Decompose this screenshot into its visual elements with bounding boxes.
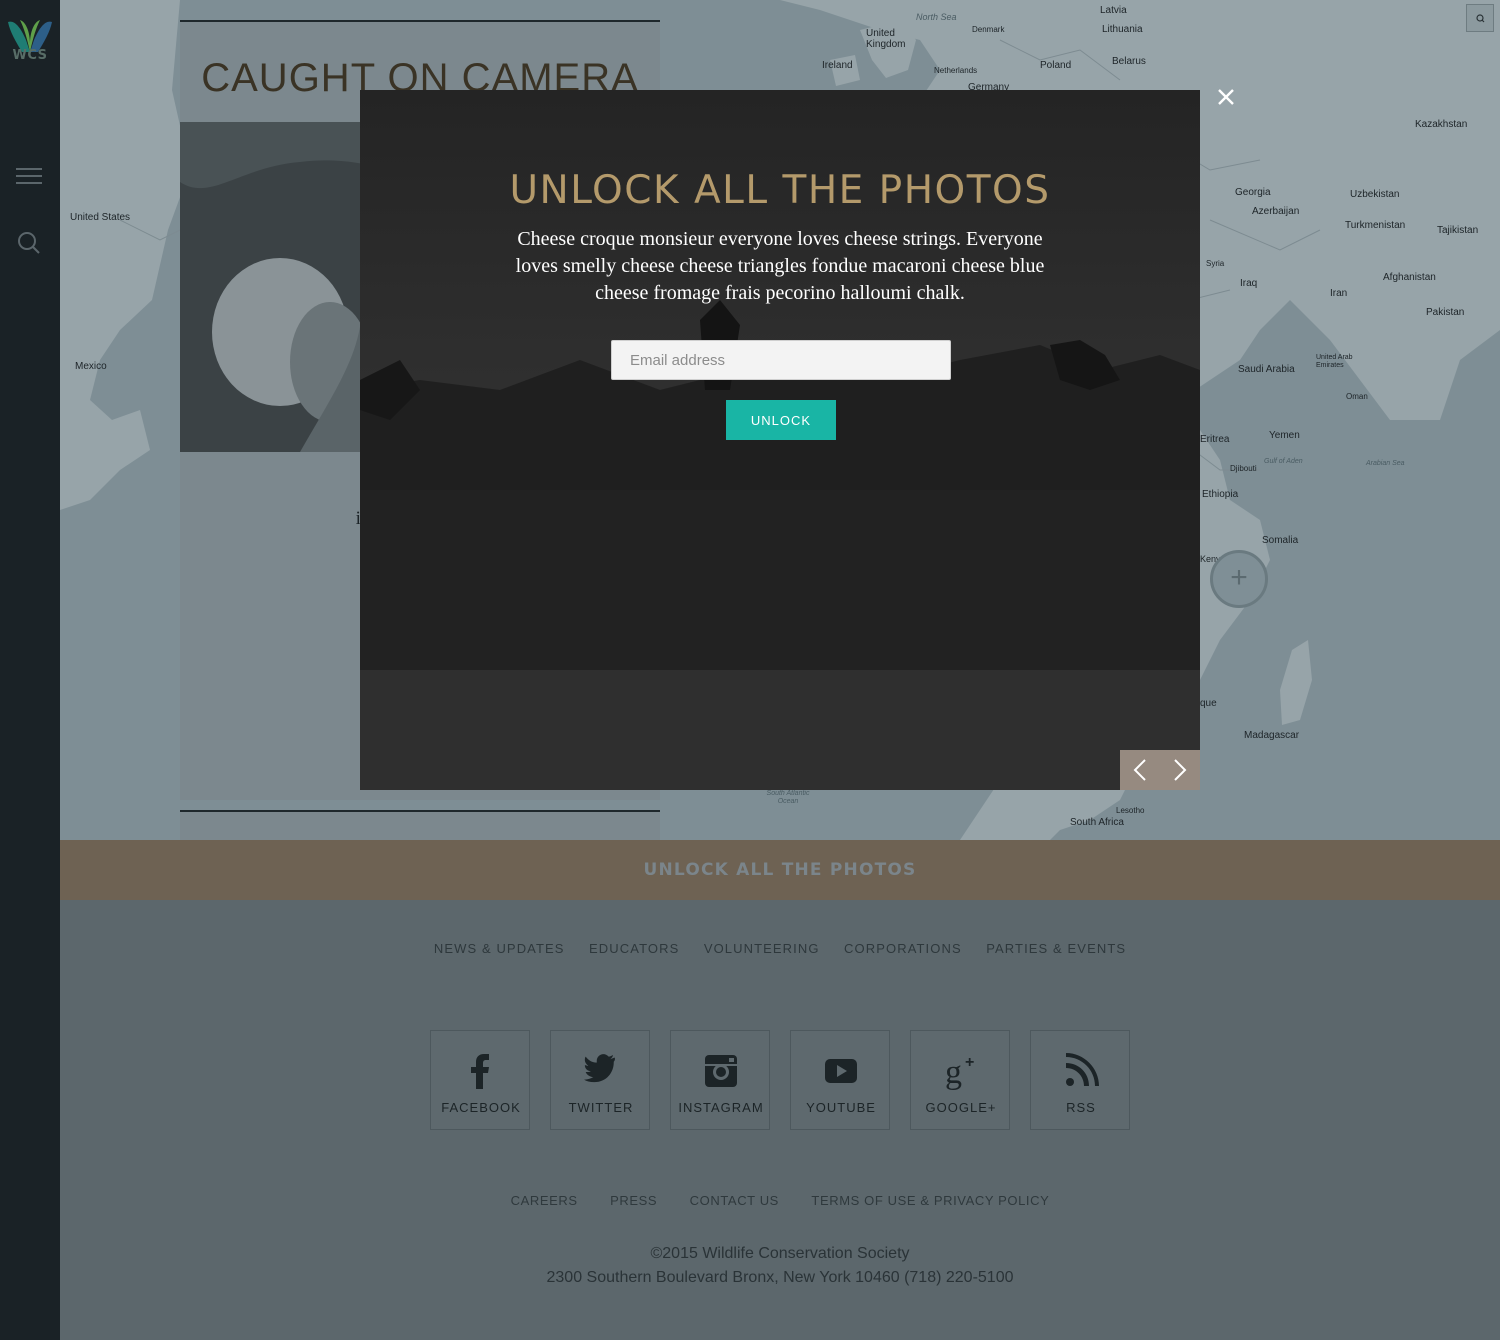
- map-label-lesotho: Lesotho: [1116, 806, 1145, 815]
- map-label-uzbekistan: Uzbekistan: [1350, 189, 1400, 200]
- story-divider: [180, 810, 660, 840]
- map-label-ethiopia: Ethiopia: [1202, 489, 1239, 500]
- map-label-mozambique: que: [1200, 698, 1217, 709]
- map-label-iran: Iran: [1330, 288, 1348, 299]
- youtube-button[interactable]: YOUTUBE: [790, 1030, 890, 1130]
- map-label-yemen: Yemen: [1269, 430, 1300, 441]
- close-icon[interactable]: [1214, 85, 1238, 109]
- twitter-button[interactable]: TWITTER: [550, 1030, 650, 1130]
- modal-thumbnail-strip: [360, 670, 1200, 790]
- map-label-mexico: Mexico: [75, 361, 107, 372]
- prev-photo-button[interactable]: [1120, 750, 1160, 790]
- map-label-oman: Oman: [1346, 392, 1368, 401]
- map-label-madagascar: Madagascar: [1244, 730, 1300, 741]
- footer-nav-educators[interactable]: EDUCATORS: [589, 941, 679, 956]
- svg-text:+: +: [965, 1054, 974, 1071]
- map-label-united-states: United States: [70, 212, 131, 223]
- footer-nav: NEWS & UPDATES EDUCATORS VOLUNTEERING CO…: [60, 940, 1500, 958]
- modal-title: UNLOCK ALL THE PHOTOS: [509, 168, 1051, 213]
- copyright-line: ©2015 Wildlife Conservation Society: [650, 1245, 910, 1262]
- address-line: 2300 Southern Boulevard Bronx, New York …: [546, 1269, 1014, 1286]
- map-label-netherlands: Netherlands: [934, 66, 978, 75]
- svg-text:g: g: [945, 1054, 962, 1091]
- social-label: FACEBOOK: [441, 1100, 521, 1115]
- footer-links: CAREERS PRESS CONTACT US TERMS OF USE & …: [60, 1192, 1500, 1210]
- map-label-poland: Poland: [1040, 60, 1072, 71]
- social-label: RSS: [1066, 1100, 1096, 1115]
- footer-link-careers[interactable]: CAREERS: [511, 1193, 578, 1208]
- footer-link-press[interactable]: PRESS: [610, 1193, 657, 1208]
- map-label-saudi-arabia: Saudi Arabia: [1238, 364, 1295, 375]
- footer-nav-volunteering[interactable]: VOLUNTEERING: [704, 941, 820, 956]
- map-search-button[interactable]: [1466, 4, 1494, 32]
- facebook-icon: [471, 1054, 489, 1089]
- search-icon: [1476, 14, 1485, 23]
- social-label: TWITTER: [568, 1100, 634, 1115]
- map-label-georgia: Georgia: [1235, 187, 1271, 198]
- map-label-uae: United Arab Emirates: [1316, 354, 1353, 369]
- map-label-denmark: Denmark: [972, 25, 1005, 34]
- unlock-button[interactable]: UNLOCK: [726, 400, 836, 440]
- copyright: ©2015 Wildlife Conservation Society 2300…: [60, 1242, 1500, 1290]
- footer-link-contact[interactable]: CONTACT US: [690, 1193, 779, 1208]
- footer: NEWS & UPDATES EDUCATORS VOLUNTEERING CO…: [60, 900, 1500, 1340]
- photo-nav: [1120, 750, 1200, 790]
- map-label-somalia: Somalia: [1262, 535, 1299, 546]
- twitter-icon: [584, 1054, 615, 1083]
- google-plus-icon: g +: [945, 1054, 974, 1091]
- map-label-south-africa: South Africa: [1070, 817, 1124, 828]
- rss-button[interactable]: RSS: [1030, 1030, 1130, 1130]
- footer-nav-corporations[interactable]: CORPORATIONS: [844, 941, 962, 956]
- map-label-iraq: Iraq: [1240, 278, 1258, 289]
- map-label-kazakhstan: Kazakhstan: [1415, 119, 1468, 130]
- social-label: YOUTUBE: [806, 1100, 876, 1115]
- map-label-turkmenistan: Turkmenistan: [1345, 220, 1406, 231]
- map-pin-plus-icon[interactable]: +: [1210, 550, 1268, 608]
- hamburger-icon[interactable]: [16, 168, 42, 186]
- next-photo-button[interactable]: [1160, 750, 1200, 790]
- map-label-south-atlantic: South Atlantic Ocean: [766, 790, 810, 805]
- map-label-lithuania: Lithuania: [1102, 24, 1143, 35]
- unlock-modal: UNLOCK ALL THE PHOTOS Cheese croque mons…: [360, 90, 1200, 790]
- chevron-left-icon: [1133, 759, 1146, 781]
- map-label-arabian-sea: Arabian Sea: [1366, 460, 1405, 467]
- map-label-latvia: Latvia: [1100, 5, 1127, 16]
- map-label-djibouti: Djibouti: [1230, 464, 1257, 473]
- sidebar: WCS: [0, 0, 60, 1340]
- map-label-gulf-of-aden: Gulf of Aden: [1264, 458, 1303, 465]
- footer-link-terms[interactable]: TERMS OF USE & PRIVACY POLICY: [811, 1193, 1049, 1208]
- footer-nav-news[interactable]: NEWS & UPDATES: [434, 941, 565, 956]
- unlock-all-photos-bar[interactable]: UNLOCK ALL THE PHOTOS: [60, 840, 1500, 900]
- map-label-belarus: Belarus: [1112, 56, 1146, 67]
- map-label-ireland: Ireland: [822, 60, 853, 71]
- youtube-icon: [825, 1059, 857, 1083]
- email-field[interactable]: [611, 340, 951, 380]
- facebook-button[interactable]: FACEBOOK: [430, 1030, 530, 1130]
- chevron-right-icon: [1174, 759, 1187, 781]
- map-label-syria: Syria: [1206, 259, 1225, 268]
- footer-nav-parties-events[interactable]: PARTIES & EVENTS: [986, 941, 1126, 956]
- map-label-north-sea: North Sea: [916, 12, 957, 22]
- map-label-pakistan: Pakistan: [1426, 307, 1465, 318]
- instagram-icon: [705, 1055, 737, 1087]
- search-icon[interactable]: [16, 230, 42, 256]
- map-label-united-kingdom: United Kingdom: [866, 28, 906, 50]
- social-links: FACEBOOK TWITTER INSTAGRAM YOUTUBE g + G…: [430, 1030, 1150, 1130]
- modal-body-text: Cheese croque monsieur everyone loves ch…: [515, 228, 1045, 304]
- map-label-afghanistan: Afghanistan: [1383, 272, 1436, 283]
- social-label: INSTAGRAM: [678, 1100, 764, 1115]
- instagram-button[interactable]: INSTAGRAM: [670, 1030, 770, 1130]
- rss-icon: [1066, 1053, 1099, 1086]
- social-label: GOOGLE+: [925, 1100, 997, 1115]
- logo-text: WCS: [12, 48, 48, 63]
- google-plus-button[interactable]: g + GOOGLE+: [910, 1030, 1010, 1130]
- map-label-azerbaijan: Azerbaijan: [1252, 206, 1300, 217]
- map-label-eritrea: Eritrea: [1200, 434, 1230, 445]
- map-label-tajikistan: Tajikistan: [1437, 225, 1479, 236]
